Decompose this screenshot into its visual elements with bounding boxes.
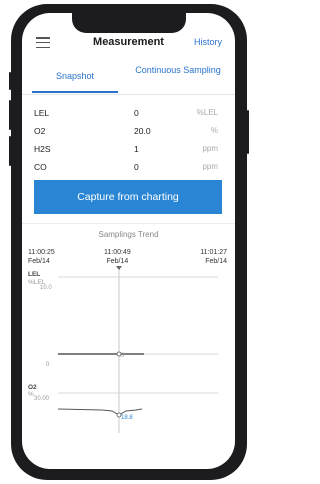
o2-cursor-value: 18.8 xyxy=(121,415,133,421)
o2-ymax-label: 30.00 xyxy=(34,396,50,402)
o2-axis-unit: % xyxy=(28,391,34,398)
lel-ymax-label: 10.0 xyxy=(40,285,52,291)
lel-axis-title: LEL xyxy=(28,271,41,278)
app-screen: Measurement History Snapshot Continuous … xyxy=(22,13,235,469)
volume-up-button xyxy=(9,100,11,130)
o2-axis-title: O2 xyxy=(28,384,37,391)
volume-down-button xyxy=(9,136,11,166)
mute-switch xyxy=(9,72,11,90)
cursor-marker-icon[interactable] xyxy=(116,266,122,270)
trend-chart xyxy=(57,266,218,433)
lel-cursor-value: 0 xyxy=(121,353,125,359)
lel-ymin-label: 0 xyxy=(46,362,50,368)
power-button xyxy=(247,110,249,154)
